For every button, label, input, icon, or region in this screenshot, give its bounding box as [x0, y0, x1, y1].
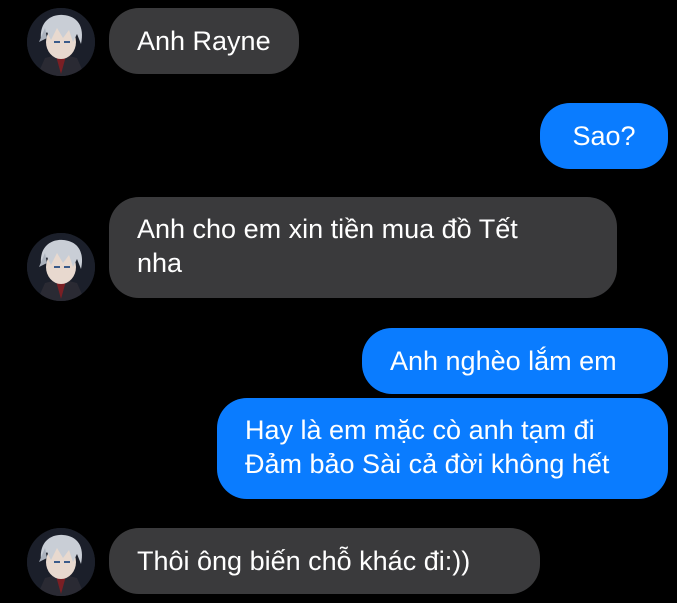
message-bubble-incoming[interactable]: Anh Rayne — [109, 8, 299, 74]
message-text: Đảm bảo Sài cả đời không hết — [245, 449, 610, 479]
message-bubble-outgoing[interactable]: Anh nghèo lắm em — [362, 328, 668, 394]
message-bubble-incoming[interactable]: Thôi ông biến chỗ khác đi:)) — [109, 528, 540, 594]
message-bubble-outgoing[interactable]: Sao? — [540, 103, 668, 169]
anime-boy-avatar-icon — [27, 233, 95, 301]
message-text: Anh nghèo lắm em — [390, 346, 617, 376]
contact-avatar[interactable] — [27, 8, 95, 76]
message-text: Sao? — [572, 121, 636, 151]
message-bubble-outgoing[interactable]: Hay là em mặc cò anh tạm đi Đảm bảo Sài … — [217, 398, 668, 499]
message-text: Anh Rayne — [137, 26, 271, 56]
message-bubble-incoming[interactable]: Anh cho em xin tiền mua đồ Tết nha — [109, 197, 617, 298]
message-text: nha — [137, 248, 183, 278]
message-text: Thôi ông biến chỗ khác đi:)) — [137, 546, 471, 576]
contact-avatar[interactable] — [27, 233, 95, 301]
chat-thread: Anh Rayne Sao? Anh cho em xin tiền mua đ… — [0, 0, 677, 603]
anime-boy-avatar-icon — [27, 8, 95, 76]
contact-avatar[interactable] — [27, 528, 95, 596]
message-text: Hay là em mặc cò anh tạm đi — [245, 415, 595, 445]
anime-boy-avatar-icon — [27, 528, 95, 596]
message-text: Anh cho em xin tiền mua đồ Tết — [137, 214, 518, 244]
